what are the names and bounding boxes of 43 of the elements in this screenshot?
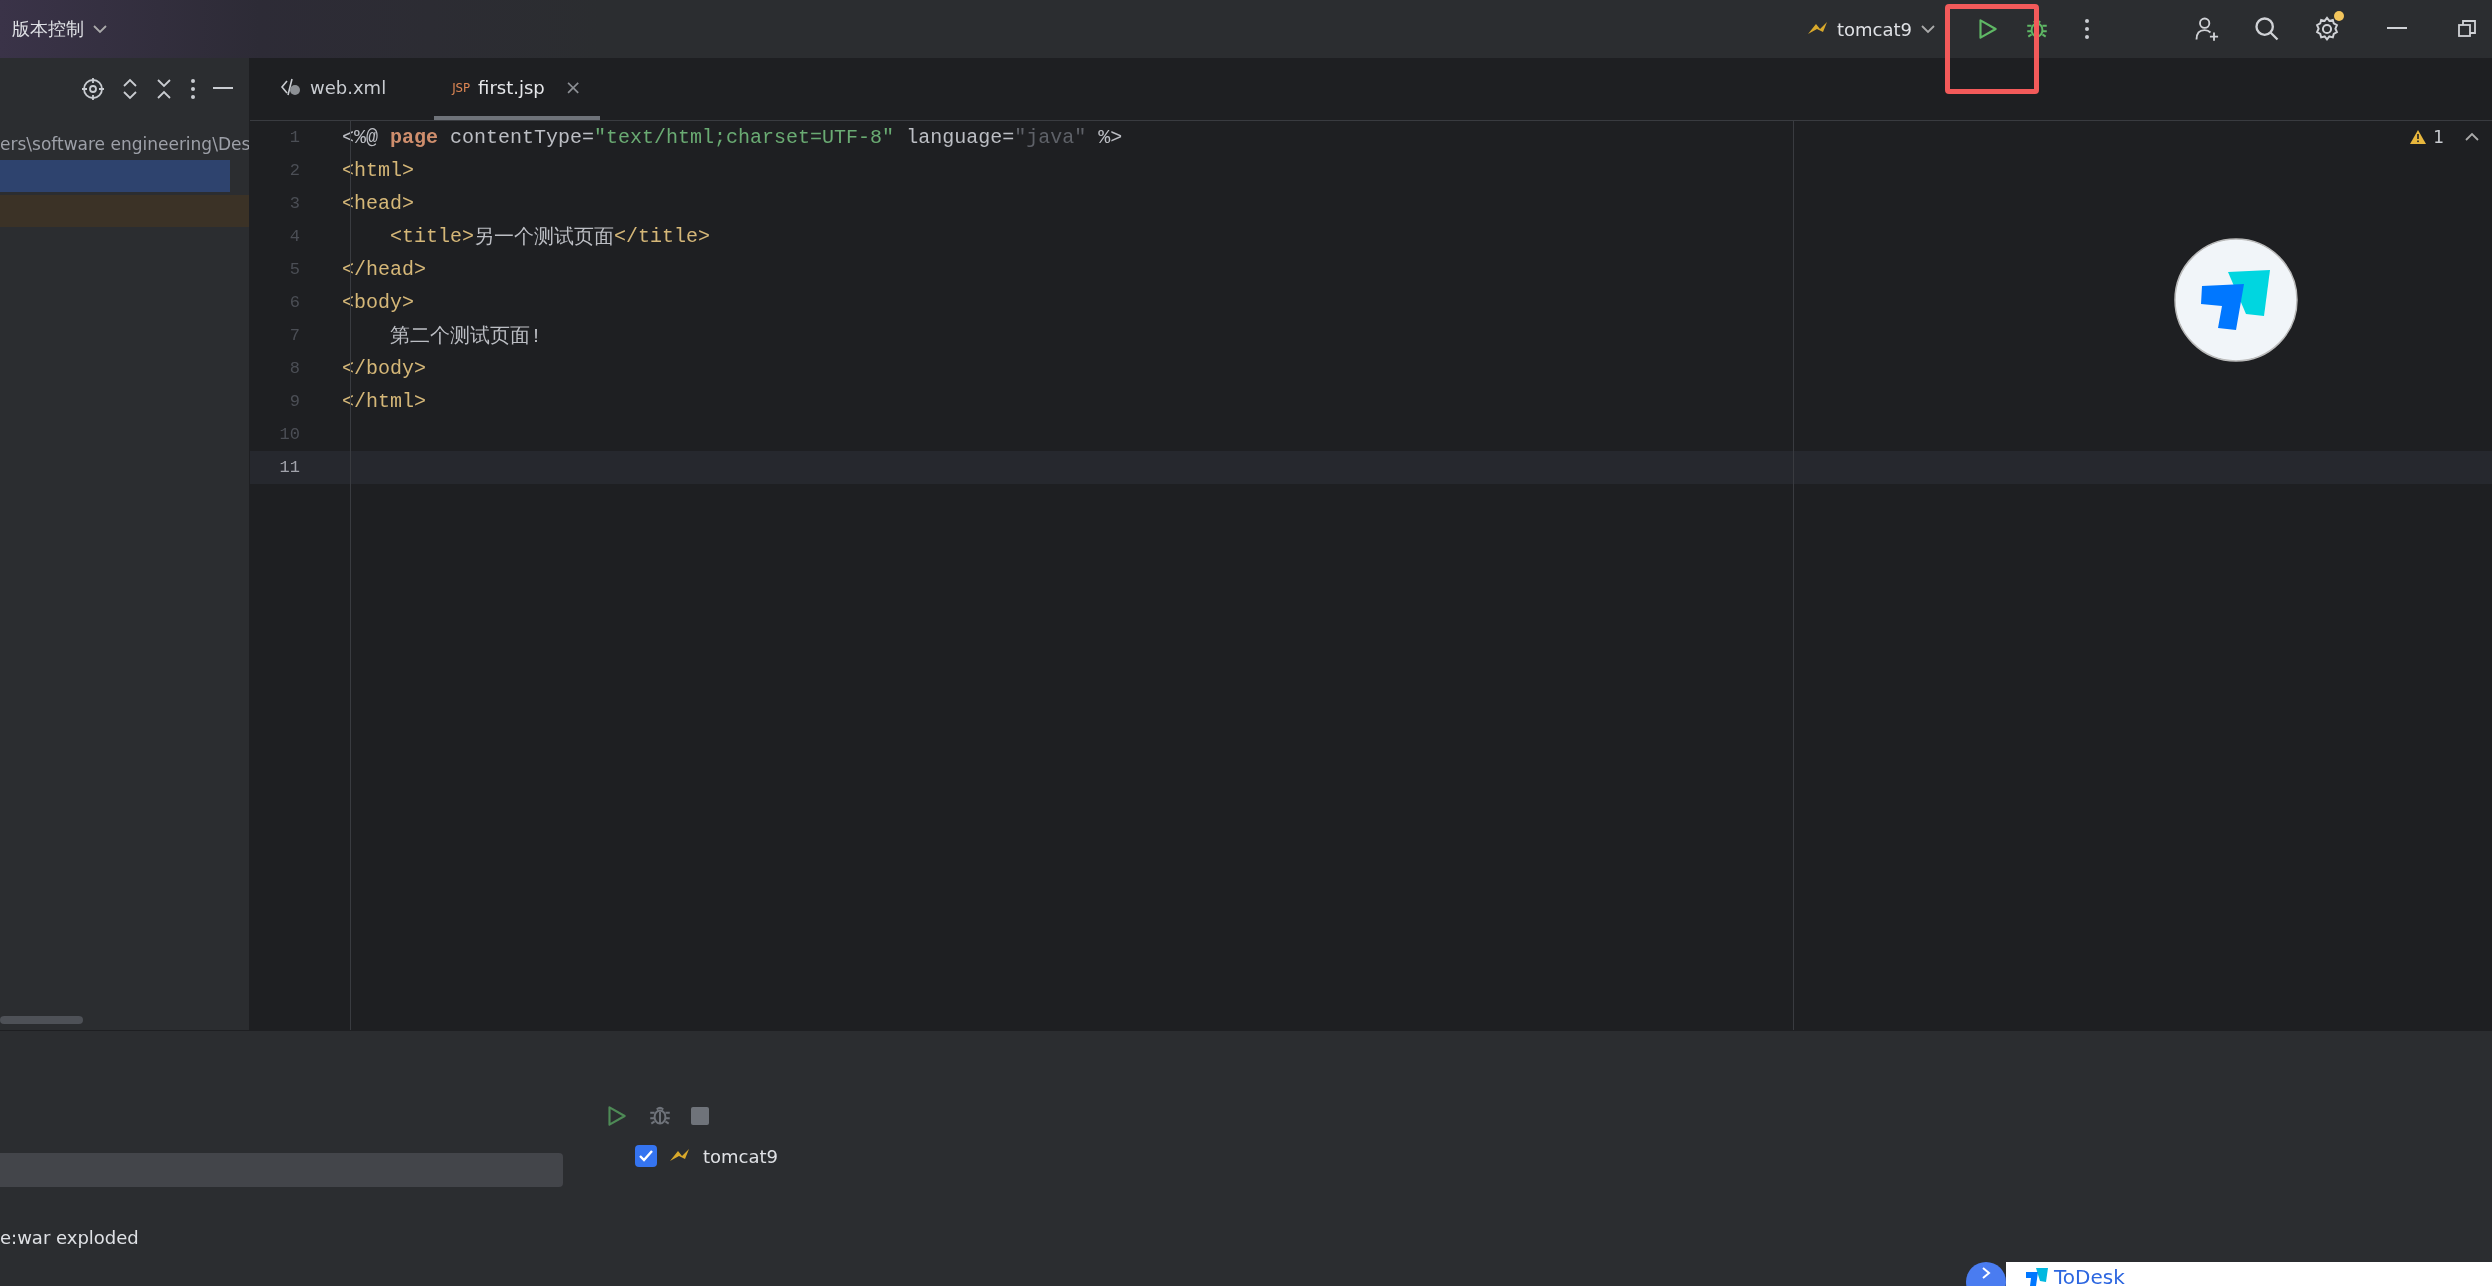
code-line: </html> bbox=[341, 389, 426, 415]
locate-icon[interactable] bbox=[81, 77, 105, 101]
more-icon[interactable] bbox=[189, 77, 197, 101]
vcs-menu[interactable]: 版本控制 bbox=[12, 17, 84, 41]
more-icon[interactable] bbox=[2083, 17, 2091, 41]
expand-all-icon[interactable] bbox=[121, 77, 139, 101]
code-line: </head> bbox=[341, 257, 426, 283]
code-line: 第二个测试页面! bbox=[389, 324, 542, 350]
warning-count[interactable]: 1 bbox=[2433, 127, 2444, 147]
editor-tab[interactable]: web.xml bbox=[262, 58, 405, 120]
code-line: <%@ page contentType="text/html;charset=UTF-8" language="java" %> bbox=[341, 125, 1123, 151]
todesk-logo-icon[interactable] bbox=[2174, 238, 2298, 362]
checkbox[interactable] bbox=[635, 1145, 657, 1167]
todesk-bar[interactable]: ToDesk bbox=[2006, 1262, 2492, 1286]
warning-icon[interactable] bbox=[2409, 129, 2428, 145]
add-user-icon[interactable] bbox=[2193, 15, 2221, 43]
chevron-right-icon bbox=[1981, 1266, 1991, 1280]
collapse-all-icon[interactable] bbox=[155, 77, 173, 101]
code-line: </body> bbox=[341, 356, 426, 382]
code-line: <title>另一个测试页面</title> bbox=[389, 224, 711, 251]
artifact-label: e:war exploded bbox=[0, 1227, 140, 1248]
project-path: ers\software engineering\Des bbox=[0, 134, 249, 154]
todesk-logo-icon bbox=[2026, 1268, 2048, 1286]
minimize-icon[interactable] bbox=[2387, 27, 2407, 31]
checkmark-icon bbox=[638, 1149, 654, 1163]
run-config-selector[interactable]: tomcat9 bbox=[1836, 18, 1912, 40]
scrollbar[interactable] bbox=[0, 1016, 83, 1024]
xml-file-icon bbox=[280, 77, 302, 97]
settings-icon[interactable] bbox=[2313, 15, 2341, 43]
code-line: <body> bbox=[341, 290, 414, 316]
chevron-up-icon[interactable] bbox=[2464, 131, 2480, 143]
chevron-down-icon bbox=[92, 23, 108, 35]
chevron-down-icon bbox=[1920, 23, 1936, 35]
code-line: <head> bbox=[341, 191, 414, 217]
code-line: <html> bbox=[341, 158, 414, 184]
line-number: 11 bbox=[278, 458, 300, 477]
close-tab-icon[interactable]: × bbox=[564, 75, 582, 99]
restore-icon[interactable] bbox=[2457, 19, 2477, 39]
search-icon[interactable] bbox=[2253, 15, 2281, 43]
jsp-file-icon: JSP bbox=[452, 79, 471, 95]
editor-tab[interactable]: JSP first.jsp × bbox=[434, 58, 600, 120]
server-name[interactable]: tomcat9 bbox=[703, 1145, 779, 1167]
minimize-icon[interactable] bbox=[213, 87, 233, 91]
